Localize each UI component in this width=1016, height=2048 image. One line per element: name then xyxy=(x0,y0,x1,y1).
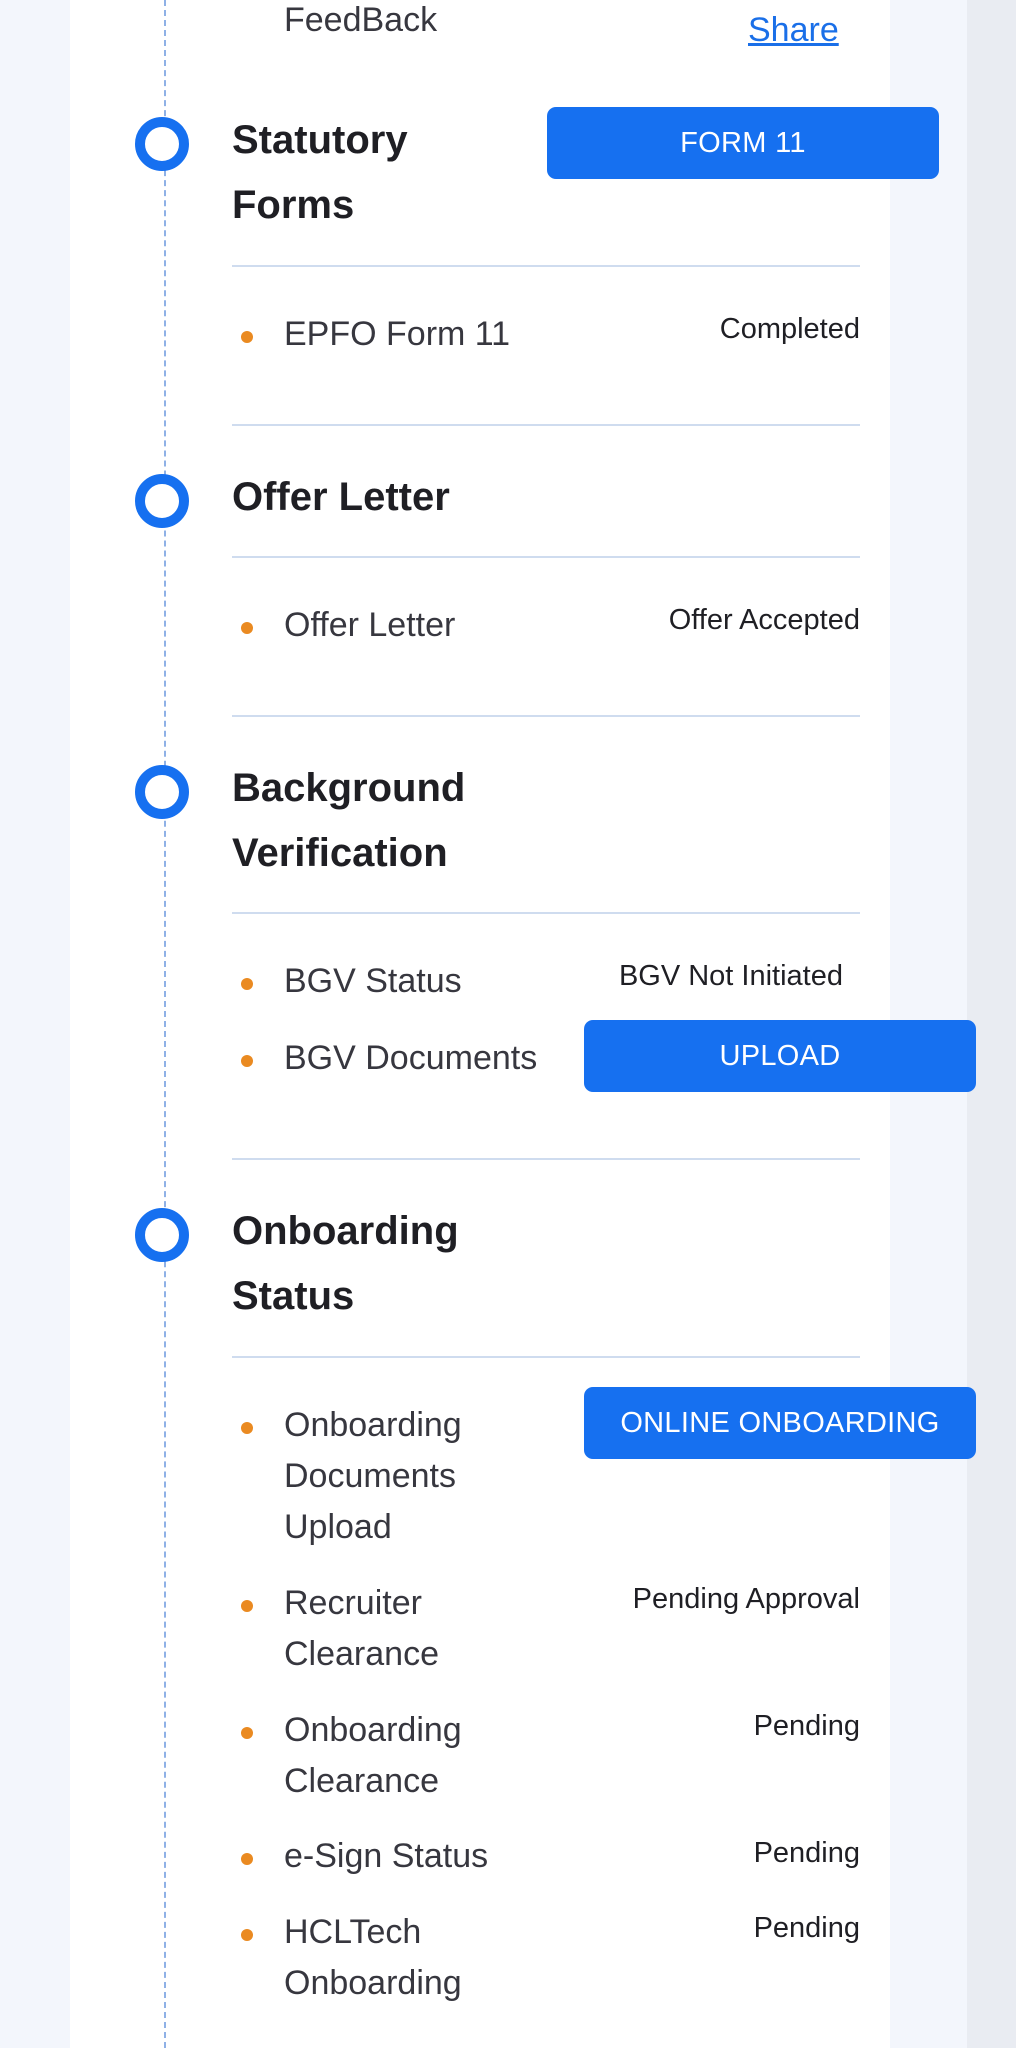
item-label-hcltech-onboarding: HCLTech Onboarding xyxy=(284,1913,462,2002)
item-label-bgv-documents: BGV Documents xyxy=(284,1039,538,1077)
timeline-line xyxy=(164,0,166,2048)
item-status-epfo-form-11: Completed xyxy=(719,313,860,345)
item-label-offer-letter: Offer Letter xyxy=(284,606,456,644)
item-label-esign-status: e-Sign Status xyxy=(284,1837,489,1875)
item-label-recruiter-clearance: Recruiter Clearance xyxy=(284,1584,439,1673)
list-bullet xyxy=(241,1727,253,1739)
timeline-node-statutory-forms xyxy=(135,117,189,171)
list-bullet xyxy=(241,1929,253,1941)
form-11-button[interactable]: FORM 11 xyxy=(547,107,939,179)
item-status-hcltech-onboarding: Pending xyxy=(753,1912,860,1944)
section-divider xyxy=(232,1158,860,1160)
section-divider xyxy=(232,1356,860,1358)
upload-button[interactable]: UPLOAD xyxy=(584,1020,976,1092)
item-label-bgv-status: BGV Status xyxy=(284,962,462,1000)
section-divider xyxy=(232,912,860,914)
timeline-node-offer-letter xyxy=(135,474,189,528)
share-link[interactable]: Share xyxy=(748,6,839,54)
section-divider xyxy=(232,556,860,558)
item-label-onboarding-documents-upload: Onboarding Documents Upload xyxy=(284,1406,462,1546)
list-bullet xyxy=(241,331,253,343)
list-bullet xyxy=(241,1853,253,1865)
section-divider xyxy=(232,424,860,426)
item-label-onboarding-clearance: Onboarding Clearance xyxy=(284,1711,462,1800)
section-divider xyxy=(232,715,860,717)
section-title-onboarding-status: Onboarding Status xyxy=(232,1209,459,1318)
list-bullet xyxy=(241,1422,253,1434)
section-divider xyxy=(232,265,860,267)
item-status-esign-status: Pending xyxy=(753,1837,860,1869)
online-onboarding-button[interactable]: ONLINE ONBOARDING xyxy=(584,1387,976,1459)
item-status-bgv-status: BGV Not Initiated xyxy=(618,960,843,992)
timeline-node-background-verification xyxy=(135,765,189,819)
item-status-onboarding-clearance: Pending xyxy=(753,1710,860,1742)
list-bullet xyxy=(241,1600,253,1612)
list-bullet xyxy=(241,978,253,990)
timeline-node-onboarding-status xyxy=(135,1208,189,1262)
section-title-background-verification: Background Verification xyxy=(232,766,466,875)
feedback-text: FeedBack xyxy=(284,1,438,39)
item-label-epfo-form-11: EPFO Form 11 xyxy=(284,315,511,353)
section-title-statutory-forms: Statutory Forms xyxy=(232,118,408,227)
item-status-offer-letter: Offer Accepted xyxy=(668,604,860,636)
list-bullet xyxy=(241,1055,253,1067)
section-title-offer-letter: Offer Letter xyxy=(232,475,450,519)
item-status-recruiter-clearance: Pending Approval xyxy=(632,1583,860,1615)
list-bullet xyxy=(241,622,253,634)
